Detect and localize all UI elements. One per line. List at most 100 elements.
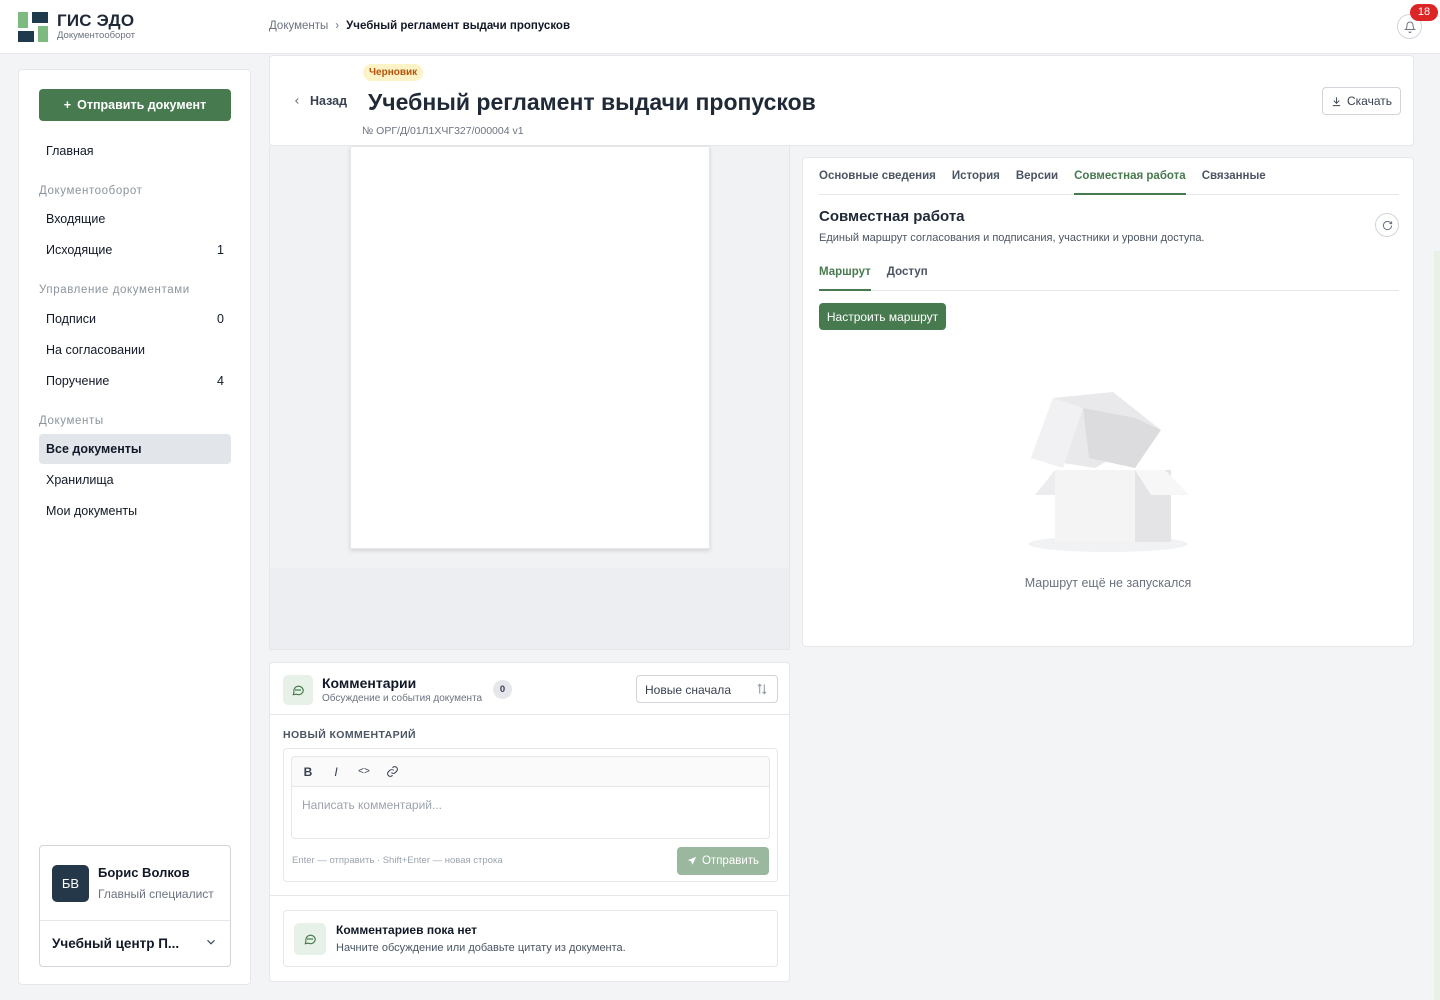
divider (270, 895, 789, 896)
link-button[interactable] (382, 762, 402, 782)
new-comment-label: НОВЫЙ КОММЕНТАРИЙ (283, 729, 416, 741)
sidebar-section-documents: Документы (39, 415, 104, 427)
sidebar-item-label: Входящие (46, 212, 106, 226)
sidebar-item-label: Подписи (46, 312, 96, 326)
notifications-badge: 18 (1410, 4, 1438, 21)
document-number: № ОРГ/Д/01Л1ХЧГ327/000004 v1 (362, 125, 524, 137)
sidebar-item-signatures[interactable]: Подписи 0 (39, 304, 231, 334)
document-page (350, 146, 710, 549)
sidebar-item-count: 4 (217, 374, 224, 388)
section-title: Совместная работа (819, 208, 965, 225)
sort-value: Новые сначала (645, 683, 731, 697)
comments-panel: Комментарии Обсуждение и события докумен… (269, 662, 790, 982)
tab-versions[interactable]: Версии (1016, 158, 1058, 195)
document-preview[interactable] (269, 146, 790, 650)
sidebar-item-label: Главная (46, 144, 94, 158)
tab-route[interactable]: Маршрут (819, 258, 871, 291)
brand-title: ГИС ЭДО (57, 11, 135, 30)
preview-area (270, 146, 789, 568)
sort-icon (757, 683, 767, 695)
tab-collaboration[interactable]: Совместная работа (1074, 158, 1186, 195)
empty-route-text: Маршрут ещё не запускался (1024, 576, 1192, 590)
comment-icon (283, 675, 313, 705)
breadcrumb-root[interactable]: Документы (269, 20, 328, 32)
avatar[interactable]: БВ (52, 865, 89, 902)
send-comment-button[interactable]: Отправить (677, 847, 769, 875)
sort-select[interactable]: Новые сначала (636, 675, 778, 703)
sidebar-item-label: Все документы (46, 442, 142, 456)
send-document-label: Отправить документ (77, 98, 207, 112)
sidebar-item-incoming[interactable]: Входящие (39, 204, 231, 234)
brand-subtitle: Документооборот (57, 30, 136, 41)
organization-selector[interactable]: Учебный центр П... (52, 936, 179, 951)
download-icon (1332, 96, 1341, 106)
breadcrumb-separator: › (335, 20, 340, 32)
divider (40, 920, 230, 921)
send-comment-label: Отправить (701, 855, 760, 867)
configure-route-button[interactable]: Настроить маршрут (819, 303, 946, 330)
sidebar-item-home[interactable]: Главная (39, 136, 231, 166)
chevron-left-icon (295, 98, 299, 104)
comments-empty-state: Комментариев пока нет Начните обсуждение… (283, 910, 778, 967)
comments-title: Комментарии (322, 675, 417, 691)
sidebar-item-approval[interactable]: На согласовании (39, 335, 231, 365)
sidebar-item-count: 0 (217, 312, 224, 326)
comments-subtitle: Обсуждение и события документа (322, 693, 483, 704)
code-button[interactable]: <> (354, 762, 374, 782)
send-icon (687, 856, 697, 865)
sidebar-section-management: Управление документами (39, 284, 190, 296)
section-subtitle: Единый маршрут согласования и подписания… (819, 232, 1205, 244)
tab-basic-info[interactable]: Основные сведения (819, 158, 936, 195)
tab-related[interactable]: Связанные (1202, 158, 1266, 195)
tab-access[interactable]: Доступ (887, 258, 928, 291)
comment-icon (294, 923, 326, 955)
collaboration-panel: Основные сведения История Версии Совмест… (802, 157, 1414, 647)
bell-icon (1403, 21, 1416, 33)
empty-box-icon (1028, 392, 1189, 552)
document-header: Назад Черновик Учебный регламент выдачи … (269, 55, 1414, 146)
status-badge: Черновик (363, 64, 424, 81)
comment-editor: B I <> Написать комментарий... Enter — о… (283, 748, 778, 882)
back-label: Назад (310, 94, 348, 108)
collaboration-subtabs: Маршрут Доступ (819, 258, 1399, 291)
link-icon (386, 766, 398, 777)
divider (270, 714, 789, 715)
empty-comments-subtitle: Начните обсуждение или добавьте цитату и… (336, 942, 626, 954)
chevron-down-icon[interactable] (204, 935, 218, 949)
send-document-button[interactable]: + Отправить документ (39, 89, 231, 121)
refresh-button[interactable] (1375, 213, 1399, 237)
plus-icon: + (63, 98, 72, 112)
breadcrumb-current: Учебный регламент выдачи пропусков (346, 20, 571, 32)
bold-button[interactable]: B (298, 762, 318, 782)
user-name: Борис Волков (98, 865, 190, 880)
app-logo[interactable] (18, 12, 48, 42)
download-button[interactable]: Скачать (1322, 87, 1401, 115)
tab-history[interactable]: История (952, 158, 1000, 195)
editor-toolbar: B I <> (291, 756, 770, 786)
breadcrumb: Документы › Учебный регламент выдачи про… (269, 20, 570, 32)
sidebar-item-label: Хранилища (46, 473, 114, 487)
sidebar-section-docflow: Документооборот (39, 185, 143, 197)
italic-button[interactable]: I (326, 762, 346, 782)
download-label: Скачать (1347, 94, 1392, 108)
comment-input[interactable]: Написать комментарий... (291, 786, 770, 839)
sidebar-item-all-documents[interactable]: Все документы (39, 434, 231, 464)
sidebar-item-label: Исходящие (46, 243, 113, 257)
comments-count: 0 (493, 680, 512, 699)
sidebar-item-count: 1 (217, 243, 224, 257)
user-role: Главный специалист (98, 887, 214, 901)
sidebar-item-outgoing[interactable]: Исходящие 1 (39, 235, 231, 265)
sidebar-item-storages[interactable]: Хранилища (39, 465, 231, 495)
sidebar-item-my-documents[interactable]: Мои документы (39, 496, 231, 526)
sidebar-item-assignment[interactable]: Поручение 4 (39, 366, 231, 396)
page-title: Учебный регламент выдачи пропусков (368, 89, 816, 115)
input-hint: Enter — отправить · Shift+Enter — новая … (292, 855, 503, 866)
scrollbar[interactable] (1434, 251, 1440, 1000)
refresh-icon (1382, 220, 1392, 230)
top-bar: ГИС ЭДО Документооборот Документы › Учеб… (0, 0, 1440, 54)
sidebar-item-label: Мои документы (46, 504, 138, 518)
sidebar-item-label: На согласовании (46, 343, 145, 357)
panel-tabs: Основные сведения История Версии Совмест… (819, 158, 1399, 195)
back-button[interactable]: Назад (292, 94, 347, 108)
empty-comments-title: Комментариев пока нет (336, 923, 478, 937)
